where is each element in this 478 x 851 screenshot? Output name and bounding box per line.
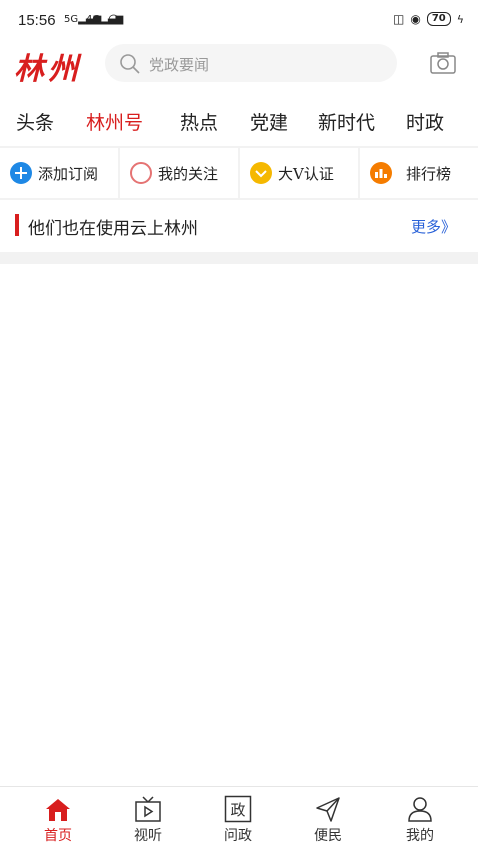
nav-home-label: 首页 <box>44 828 72 844</box>
nav-home[interactable]: 首页 <box>28 793 88 845</box>
status-bar: 15:56 5G▂▄▆ 4G▂▄▆ ◠ ◫ ◉ 70 ϟ <box>0 0 478 40</box>
circle-icon <box>130 162 152 184</box>
search-icon <box>120 54 140 74</box>
user-icon <box>408 797 432 822</box>
add-subscription-label: 添加订阅 <box>38 164 99 183</box>
nav-service-label: 便民 <box>314 828 342 844</box>
my-follow-button[interactable]: 我的关注 <box>120 148 238 198</box>
alarm-icon: ◉ <box>410 12 421 26</box>
tab-party[interactable]: 党建 <box>250 108 288 135</box>
ranking-button[interactable]: 排行榜 <box>360 148 478 198</box>
category-tabs: 头条 林州号 热点 党建 新时代 时政 <box>0 98 478 146</box>
nav-mine-label: 我的 <box>406 828 434 844</box>
check-circle-icon <box>250 162 272 184</box>
status-time: 15:56 <box>18 12 56 29</box>
tab-hot[interactable]: 热点 <box>180 108 218 135</box>
tv-icon <box>135 796 161 822</box>
camera-icon[interactable] <box>430 52 456 74</box>
wifi-icon: ◠ <box>108 12 120 27</box>
nav-inquiry[interactable]: 政 问政 <box>208 793 268 845</box>
nav-video[interactable]: 视听 <box>118 793 178 845</box>
tab-politics[interactable]: 时政 <box>406 108 444 135</box>
big-v-certification-label: 大V认证 <box>278 164 334 183</box>
signal-5g-label: 5G <box>64 14 79 25</box>
ranking-label: 排行榜 <box>406 164 452 183</box>
svg-text:政: 政 <box>230 801 245 819</box>
more-link[interactable]: 更多》 <box>411 216 456 237</box>
tab-headline[interactable]: 头条 <box>16 108 54 135</box>
home-icon <box>46 799 70 821</box>
nav-service[interactable]: 便民 <box>298 793 358 845</box>
ranking-icon <box>370 162 392 184</box>
app-logo: 林州 <box>14 52 82 87</box>
recommended-section: 他们也在使用云上林州 更多》 <box>0 200 478 252</box>
nav-inquiry-label: 问政 <box>224 828 252 844</box>
tab-new-era[interactable]: 新时代 <box>318 108 375 135</box>
charging-icon: ϟ <box>456 12 464 26</box>
nav-video-label: 视听 <box>134 828 162 844</box>
signal-4g-label: 4G <box>86 14 101 25</box>
section-accent-bar <box>15 214 19 236</box>
big-v-certification-button[interactable]: 大V认证 <box>240 148 358 198</box>
add-subscription-button[interactable]: 添加订阅 <box>0 148 118 198</box>
search-placeholder: 党政要闻 <box>149 56 210 74</box>
zheng-icon: 政 <box>224 795 252 823</box>
bottom-nav: 首页 视听 政 问政 便民 我的 <box>0 786 478 851</box>
section-title: 他们也在使用云上林州 <box>28 219 198 239</box>
quick-actions: 添加订阅 我的关注 大V认证 排行榜 <box>0 146 478 200</box>
my-follow-label: 我的关注 <box>158 164 219 183</box>
nav-mine[interactable]: 我的 <box>390 793 450 845</box>
vibrate-icon: ◫ <box>392 12 405 26</box>
app-header: 林州 党政要闻 <box>0 40 478 90</box>
plus-circle-icon <box>10 162 32 184</box>
section-divider <box>0 252 478 264</box>
search-bar[interactable]: 党政要闻 <box>105 44 397 82</box>
send-icon <box>316 797 340 822</box>
battery-icon: 70 <box>426 12 451 26</box>
tab-linzhou-hao[interactable]: 林州号 <box>86 108 143 135</box>
